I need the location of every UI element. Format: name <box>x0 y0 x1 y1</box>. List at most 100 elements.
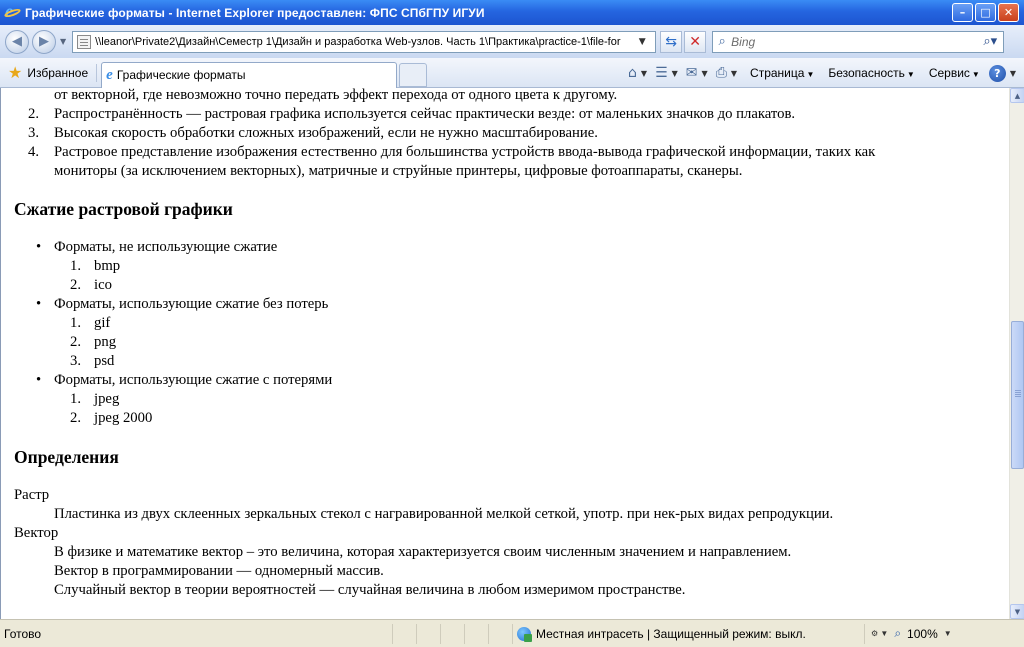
minimize-button[interactable]: – <box>952 3 973 22</box>
definition-description: Пластинка из двух склеенных зеркальных с… <box>54 506 834 522</box>
list-number: 3. <box>28 125 40 141</box>
definition-term: Растр <box>14 487 50 503</box>
status-text: Готово <box>4 626 42 641</box>
group-label: Форматы, не использующие сжатие <box>54 239 278 255</box>
help-dropdown-icon[interactable]: ▼ <box>1010 69 1016 78</box>
list-item: 1. gif <box>14 314 1004 333</box>
status-bar: Готово Местная интрасеть | Защищенный ре… <box>0 619 1024 647</box>
definition-term: Вектор <box>14 525 59 541</box>
security-menu[interactable]: Безопасность ▼ <box>828 66 914 80</box>
list-number: 2. <box>70 277 82 293</box>
list-item: от векторной, где невозможно точно перед… <box>14 88 1004 105</box>
forward-button[interactable]: ▶ <box>32 29 56 54</box>
definition-description: В физике и математике вектор – это велич… <box>54 544 792 560</box>
list-item: 2. png <box>14 333 1004 352</box>
list-number: 3. <box>70 353 82 369</box>
stop-icon: ✕ <box>689 33 702 50</box>
list-number: 2. <box>70 334 82 350</box>
list-item: 1. bmp <box>14 257 1004 276</box>
page-icon <box>77 34 92 49</box>
divider <box>96 63 98 82</box>
group-label: Форматы, использующие сжатие без потерь <box>54 296 329 312</box>
search-icon: ⌕ <box>718 34 726 49</box>
new-tab-button[interactable] <box>399 62 428 87</box>
window-controls: – □ ✕ <box>952 3 1019 22</box>
address-input[interactable]: \\leanor\Private2\Дизайн\Семестр 1\Дизай… <box>95 36 635 48</box>
list-item-text: мониторы (за исключением векторных), мат… <box>54 163 743 179</box>
home-icon[interactable]: ⌂ <box>628 65 637 81</box>
format-name: jpeg <box>94 391 120 407</box>
page-content: от векторной, где невозможно точно перед… <box>0 88 1009 619</box>
list-item: 3. psd <box>14 352 1004 371</box>
status-panel <box>416 623 440 644</box>
title-bar: e Графические форматы - Internet Explore… <box>0 0 1024 25</box>
list-item-text: Распространённость — растровая графика и… <box>54 106 796 122</box>
list-item: 4. Растровое представление изображения е… <box>14 143 1004 181</box>
command-bar: ★ Избранное e Графические форматы ⌂ ▼ ☰ ▼ … <box>0 58 1024 88</box>
security-zone[interactable]: Местная интрасеть | Защищенный режим: вы… <box>512 623 864 644</box>
list-item: 2. ico <box>14 276 1004 295</box>
status-panel <box>440 623 464 644</box>
definition-description: Вектор в программировании — одномерный м… <box>54 563 384 579</box>
mail-icon[interactable]: ✉ <box>686 65 698 81</box>
tab-graphic-formats[interactable]: e Графические форматы <box>101 61 398 88</box>
vertical-scrollbar[interactable]: ▲ ▼ <box>1009 88 1024 619</box>
list-item-text: Высокая скорость обработки сложных изобр… <box>54 125 598 141</box>
favorites-button[interactable]: Избранное <box>27 66 88 80</box>
search-box[interactable]: ⌕ Bing ⌕▾ <box>712 30 1005 53</box>
search-input[interactable]: Bing <box>731 35 983 49</box>
scroll-thumb[interactable] <box>1011 321 1024 469</box>
status-panel <box>392 623 416 644</box>
favorites-star-icon[interactable]: ★ <box>8 63 22 82</box>
service-menu-label: Сервис <box>928 66 970 80</box>
heading-definitions: Определения <box>14 447 119 467</box>
close-button[interactable]: ✕ <box>998 3 1019 22</box>
format-name: ico <box>94 277 112 293</box>
list-item: 3. Высокая скорость обработки сложных из… <box>14 124 1004 143</box>
feeds-dropdown-icon[interactable]: ▼ <box>672 69 678 78</box>
feeds-icon[interactable]: ☰ <box>655 65 668 81</box>
list-item: Форматы, не использующие сжатие <box>14 238 1004 257</box>
format-name: psd <box>94 353 115 369</box>
forward-arrow-icon: ▶ <box>39 34 49 49</box>
zoom-icon[interactable]: ⌕ <box>894 626 901 641</box>
ie-logo-icon: e <box>3 1 22 21</box>
list-item: Форматы, использующие сжатие без потерь <box>14 295 1004 314</box>
home-dropdown-icon[interactable]: ▼ <box>641 69 647 78</box>
print-icon[interactable]: ⎙ <box>716 65 727 81</box>
stop-button[interactable]: ✕ <box>684 30 707 53</box>
print-dropdown-icon[interactable]: ▼ <box>731 69 737 78</box>
zoom-dropdown-icon[interactable]: ▼ <box>944 629 952 638</box>
mail-dropdown-icon[interactable]: ▼ <box>702 69 708 78</box>
refresh-button[interactable]: ⇆ <box>660 30 683 53</box>
service-menu-caret-icon: ▼ <box>971 70 980 79</box>
list-number: 2. <box>70 410 82 426</box>
protected-mode-icon[interactable]: ⚙ ▼ <box>871 629 888 638</box>
service-menu[interactable]: Сервис ▼ <box>929 66 980 80</box>
help-icon[interactable]: ? <box>988 64 1006 82</box>
command-tools: ⌂ ▼ ☰ ▼ ✉ ▼ ⎙ ▼ Страница ▼ Безопасность ▼ Серв… <box>628 58 1020 88</box>
back-button[interactable]: ◀ <box>5 29 29 54</box>
security-menu-caret-icon: ▼ <box>906 70 915 79</box>
back-arrow-icon: ◀ <box>12 34 22 49</box>
maximize-button[interactable]: □ <box>975 3 996 22</box>
group-label: Форматы, использующие сжатие с потерями <box>54 372 333 388</box>
zoom-area: ⚙ ▼ ⌕ 100% ▼ <box>864 623 952 644</box>
window-title: Графические форматы - Internet Explorer … <box>25 5 485 20</box>
list-number: 4. <box>28 144 40 160</box>
list-item-text: от векторной, где невозможно точно перед… <box>54 88 618 103</box>
format-name: bmp <box>94 258 121 274</box>
address-dropdown-icon[interactable]: ▼ <box>635 37 649 47</box>
list-item-text: Растровое представление изображения есте… <box>54 144 876 160</box>
search-go-icon[interactable]: ⌕▾ <box>983 34 997 49</box>
scroll-down-icon[interactable]: ▼ <box>1010 604 1024 619</box>
address-bar[interactable]: \\leanor\Private2\Дизайн\Семестр 1\Дизай… <box>72 30 657 53</box>
list-item: 2. Распространённость — растровая график… <box>14 105 1004 124</box>
page-menu[interactable]: Страница ▼ <box>750 66 814 80</box>
recent-pages-dropdown-icon[interactable]: ▼ <box>60 37 66 46</box>
status-panel <box>488 623 512 644</box>
zoom-level[interactable]: 100% <box>907 627 938 641</box>
format-name: jpeg 2000 <box>94 410 153 426</box>
scroll-up-icon[interactable]: ▲ <box>1010 88 1024 103</box>
page-menu-caret-icon: ▼ <box>806 70 815 79</box>
